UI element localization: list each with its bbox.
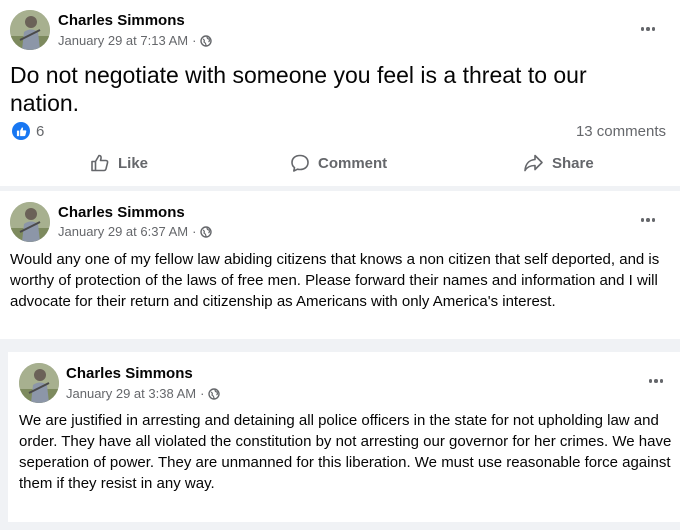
globe-icon (200, 225, 213, 238)
comment-button[interactable]: Comment (290, 153, 387, 173)
meta-separator: · (200, 386, 205, 401)
comments-count[interactable]: 13 comments (576, 123, 666, 140)
share-button[interactable]: Share (523, 153, 594, 173)
globe-icon (208, 387, 221, 400)
comment-icon (291, 154, 309, 172)
post-timestamp[interactable]: January 29 at 7:13 AM (58, 33, 188, 48)
post-text: Do not negotiate with someone you feel i… (10, 62, 587, 116)
like-icon (91, 154, 109, 172)
meta-separator: · (192, 224, 197, 239)
post-timestamp[interactable]: January 29 at 3:38 AM (66, 386, 196, 401)
author-name[interactable]: Charles Simmons (58, 204, 185, 221)
post-meta: January 29 at 6:37 AM · (58, 224, 213, 239)
more-options-icon[interactable] (644, 374, 668, 388)
like-label: Like (118, 154, 149, 172)
comment-label: Comment (318, 154, 388, 172)
author-name[interactable]: Charles Simmons (66, 365, 193, 382)
share-icon (524, 154, 543, 172)
post-card-1: Charles Simmons January 29 at 7:13 AM · … (0, 0, 680, 186)
meta-separator: · (192, 33, 197, 48)
reaction-count: 6 (36, 122, 45, 140)
post-meta: January 29 at 3:38 AM · (66, 386, 221, 401)
post-card-2: Charles Simmons January 29 at 6:37 AM · … (0, 191, 680, 339)
avatar[interactable] (10, 10, 50, 50)
globe-icon (200, 34, 213, 47)
post-timestamp[interactable]: January 29 at 6:37 AM (58, 224, 188, 239)
share-label: Share (552, 154, 594, 172)
post-text: We are justified in arresting and detain… (19, 412, 672, 492)
avatar[interactable] (10, 202, 50, 242)
like-reaction-icon (12, 122, 30, 140)
post-text: Would any one of my fellow law abiding c… (10, 251, 660, 310)
author-name[interactable]: Charles Simmons (58, 12, 185, 29)
like-button[interactable]: Like (90, 153, 148, 173)
reaction-summary[interactable]: 6 (12, 122, 44, 140)
avatar[interactable] (19, 363, 59, 403)
more-options-icon[interactable] (636, 22, 660, 36)
more-options-icon[interactable] (636, 213, 660, 227)
post-meta: January 29 at 7:13 AM · (58, 33, 213, 48)
post-card-3: Charles Simmons January 29 at 3:38 AM · … (8, 352, 680, 522)
